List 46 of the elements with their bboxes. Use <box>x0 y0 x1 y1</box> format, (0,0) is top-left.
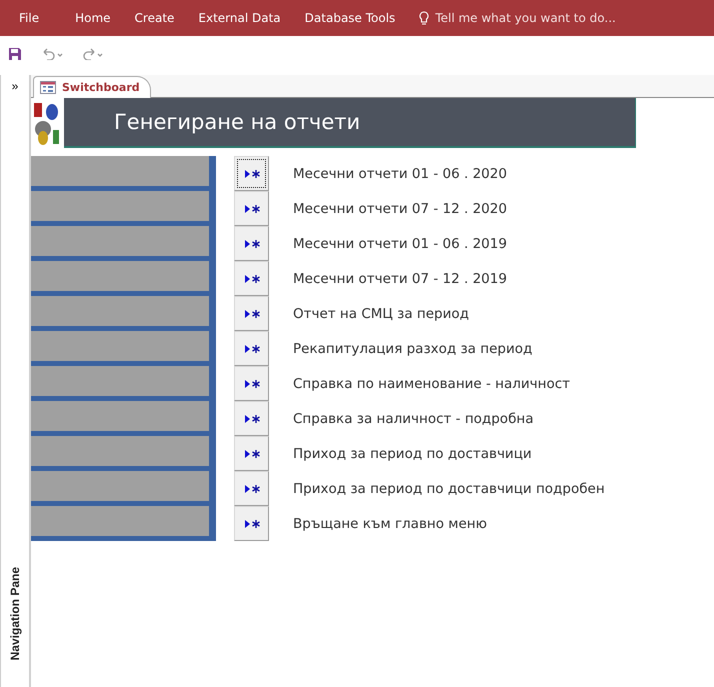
navigation-pane-label: Navigation Pane <box>8 566 22 660</box>
run-button[interactable] <box>234 296 269 331</box>
form-icon <box>40 81 56 94</box>
menu-item-label[interactable]: Връщане към главно меню <box>293 516 487 532</box>
expand-button[interactable]: » <box>12 79 18 93</box>
menu-item-label[interactable]: Приход за период по доставчици подробен <box>293 480 605 496</box>
run-icon <box>244 204 260 214</box>
run-button[interactable] <box>234 156 269 191</box>
run-button[interactable] <box>234 226 269 261</box>
lightbulb-icon <box>419 10 430 26</box>
document-tab[interactable]: Switchboard <box>33 76 151 98</box>
run-icon <box>244 238 260 248</box>
menu-item-label[interactable]: Месечни отчети 01 - 06 . 2019 <box>293 236 507 252</box>
run-icon <box>244 378 260 388</box>
run-button[interactable] <box>234 506 269 541</box>
run-icon <box>244 518 260 528</box>
menu-item-label[interactable]: Месечни отчети 07 - 12 . 2019 <box>293 270 507 286</box>
run-icon <box>244 168 260 178</box>
run-button[interactable] <box>234 331 269 366</box>
run-button[interactable] <box>234 366 269 401</box>
menu-tab[interactable]: Create <box>122 11 186 25</box>
run-icon <box>244 484 260 494</box>
menu-item-label[interactable]: Рекапитулация разход за период <box>293 340 532 356</box>
menu-item-label[interactable]: Приход за период по доставчици <box>293 446 532 462</box>
run-icon <box>244 414 260 424</box>
run-button[interactable] <box>234 471 269 506</box>
tell-me-field[interactable]: Tell me what you want to do... <box>435 11 616 25</box>
menu-item-label[interactable]: Отчет на СМЦ за период <box>293 306 469 322</box>
run-button[interactable] <box>234 401 269 436</box>
run-button[interactable] <box>234 191 269 226</box>
run-button[interactable] <box>234 436 269 471</box>
menu-tab[interactable]: Home <box>63 11 123 25</box>
menu-tab[interactable]: Database Tools <box>292 11 408 25</box>
run-icon <box>244 344 260 354</box>
switchboard-title: Генегиране на отчети <box>64 98 636 148</box>
run-icon <box>244 308 260 318</box>
menu-tab[interactable]: File <box>7 11 52 25</box>
save-icon[interactable] <box>8 47 22 61</box>
menu-item-label[interactable]: Месечни отчети 07 - 12 . 2020 <box>293 200 507 216</box>
run-icon <box>244 274 260 284</box>
run-icon <box>244 448 260 458</box>
menu-item-label[interactable]: Справка за наличност - подробна <box>293 410 534 426</box>
menu-tab[interactable]: External Data <box>186 11 293 25</box>
menu-item-label[interactable]: Месечни отчети 01 - 06 . 2020 <box>293 166 507 182</box>
run-button[interactable] <box>234 261 269 296</box>
menu-item-label[interactable]: Справка по наименование - наличност <box>293 376 570 392</box>
